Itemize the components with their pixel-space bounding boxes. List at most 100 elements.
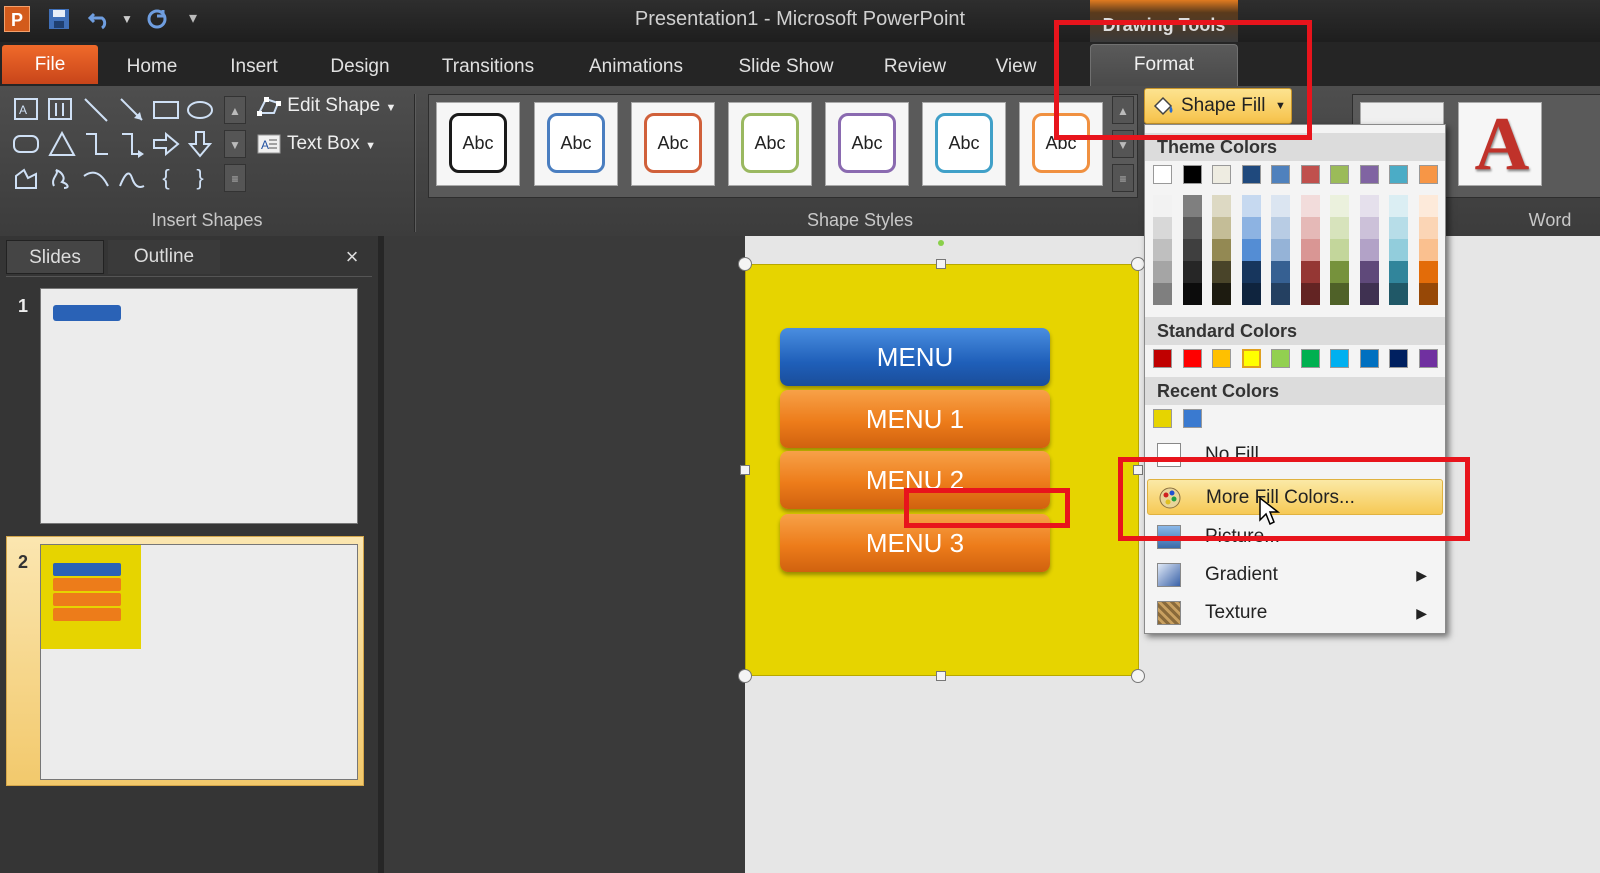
tab-file[interactable]: File xyxy=(2,45,98,84)
tab-design[interactable]: Design xyxy=(318,50,402,84)
theme-color-swatch[interactable] xyxy=(1212,165,1231,184)
shape-style-3[interactable]: Abc xyxy=(631,102,715,186)
theme-color-shade-swatch[interactable] xyxy=(1418,261,1438,283)
tab-slides[interactable]: Slides xyxy=(6,240,104,274)
theme-color-swatch[interactable] xyxy=(1182,165,1202,184)
standard-color-swatch[interactable] xyxy=(1300,349,1320,368)
tab-view[interactable]: View xyxy=(984,50,1048,84)
theme-color-shade-swatch[interactable] xyxy=(1300,261,1320,283)
theme-color-shade-swatch[interactable] xyxy=(1182,261,1202,283)
theme-color-shade-swatch[interactable] xyxy=(1182,239,1202,261)
rotation-handle[interactable] xyxy=(938,240,944,246)
resize-handle-bottom-left[interactable] xyxy=(738,669,752,683)
theme-color-shade-swatch[interactable] xyxy=(1359,283,1379,305)
theme-color-shade-swatch[interactable] xyxy=(1153,217,1172,239)
theme-color-shade-swatch[interactable] xyxy=(1153,239,1172,261)
resize-handle-top-right[interactable] xyxy=(1131,257,1145,271)
text-box-shape-icon[interactable]: A xyxy=(12,96,40,124)
theme-color-shade-swatch[interactable] xyxy=(1389,283,1408,305)
shapes-scroll-up-icon[interactable]: ▲ xyxy=(224,96,246,124)
theme-color-shade-swatch[interactable] xyxy=(1271,239,1290,261)
shape-style-7[interactable]: Abc xyxy=(1019,102,1103,186)
undo-dropdown-icon[interactable]: ▼ xyxy=(114,6,140,32)
resize-handle-top-left[interactable] xyxy=(738,257,752,271)
theme-color-shade-swatch[interactable] xyxy=(1212,261,1231,283)
shape-style-1[interactable]: Abc xyxy=(436,102,520,186)
recent-color-swatch[interactable] xyxy=(1153,409,1172,428)
tab-review[interactable]: Review xyxy=(872,50,958,84)
styles-scroll-down-icon[interactable]: ▼ xyxy=(1112,130,1134,158)
rounded-rectangle-shape-icon[interactable] xyxy=(12,130,40,158)
theme-color-shade-swatch[interactable] xyxy=(1330,283,1349,305)
tab-transitions[interactable]: Transitions xyxy=(430,50,546,84)
theme-color-shade-swatch[interactable] xyxy=(1212,195,1231,217)
menu-3-button[interactable]: MENU 3 xyxy=(780,514,1050,572)
theme-color-shade-swatch[interactable] xyxy=(1389,217,1408,239)
theme-color-shade-swatch[interactable] xyxy=(1212,217,1231,239)
theme-color-shade-swatch[interactable] xyxy=(1330,261,1349,283)
freeform-shape-icon[interactable] xyxy=(12,164,40,192)
resize-handle-left[interactable] xyxy=(740,465,750,475)
theme-color-shade-swatch[interactable] xyxy=(1241,239,1261,261)
styles-more-icon[interactable]: ≡ xyxy=(1112,164,1134,192)
theme-color-shade-swatch[interactable] xyxy=(1330,239,1349,261)
right-arrow-shape-icon[interactable] xyxy=(152,130,180,158)
no-fill-item[interactable]: No Fill xyxy=(1147,437,1443,473)
triangle-shape-icon[interactable] xyxy=(48,130,76,158)
standard-color-swatch[interactable] xyxy=(1330,349,1349,368)
theme-color-shade-swatch[interactable] xyxy=(1182,195,1202,217)
theme-color-shade-swatch[interactable] xyxy=(1212,283,1231,305)
tab-slide-show[interactable]: Slide Show xyxy=(728,50,844,84)
tab-format[interactable]: Format xyxy=(1090,44,1238,86)
theme-color-shade-swatch[interactable] xyxy=(1418,239,1438,261)
vertical-text-box-icon[interactable] xyxy=(46,96,74,124)
oval-shape-icon[interactable] xyxy=(186,96,214,124)
theme-color-shade-swatch[interactable] xyxy=(1300,239,1320,261)
picture-item[interactable]: Picture... xyxy=(1147,519,1443,555)
tab-home[interactable]: Home xyxy=(112,50,192,84)
theme-color-shade-swatch[interactable] xyxy=(1271,261,1290,283)
resize-handle-bottom[interactable] xyxy=(936,671,946,681)
standard-color-swatch[interactable] xyxy=(1241,349,1261,368)
theme-color-shade-swatch[interactable] xyxy=(1271,195,1290,217)
gradient-item[interactable]: Gradient ▶ xyxy=(1147,557,1443,593)
standard-color-swatch[interactable] xyxy=(1359,349,1379,368)
menu-2-button[interactable]: MENU 2 xyxy=(780,451,1050,509)
redo-icon[interactable] xyxy=(144,6,170,32)
theme-color-shade-swatch[interactable] xyxy=(1241,195,1261,217)
scribble-shape-icon[interactable] xyxy=(48,164,76,192)
resize-handle-top[interactable] xyxy=(936,259,946,269)
theme-color-shade-swatch[interactable] xyxy=(1300,283,1320,305)
wordart-style-2[interactable]: A xyxy=(1458,102,1542,186)
arrow-line-shape-icon[interactable] xyxy=(118,96,146,124)
theme-color-shade-swatch[interactable] xyxy=(1418,195,1438,217)
theme-color-shade-swatch[interactable] xyxy=(1359,239,1379,261)
shape-style-4[interactable]: Abc xyxy=(728,102,812,186)
tab-outline[interactable]: Outline xyxy=(108,240,220,274)
standard-color-swatch[interactable] xyxy=(1271,349,1290,368)
menu-1-button[interactable]: MENU 1 xyxy=(780,390,1050,448)
elbow-connector-icon[interactable] xyxy=(82,130,110,158)
tab-insert[interactable]: Insert xyxy=(214,50,294,84)
undo-icon[interactable] xyxy=(86,6,112,32)
recent-color-swatch[interactable] xyxy=(1182,409,1202,428)
resize-handle-bottom-right[interactable] xyxy=(1131,669,1145,683)
theme-color-shade-swatch[interactable] xyxy=(1182,283,1202,305)
line-shape-icon[interactable] xyxy=(82,96,110,124)
standard-color-swatch[interactable] xyxy=(1418,349,1438,368)
edit-shape-button[interactable]: Edit Shape ▼ xyxy=(256,90,396,122)
shapes-scroll-down-icon[interactable]: ▼ xyxy=(224,130,246,158)
theme-color-shade-swatch[interactable] xyxy=(1182,217,1202,239)
theme-color-shade-swatch[interactable] xyxy=(1271,217,1290,239)
more-fill-colors-item[interactable]: More Fill Colors... xyxy=(1147,479,1443,515)
texture-item[interactable]: Texture ▶ xyxy=(1147,595,1443,631)
arc-shape-icon[interactable] xyxy=(82,164,110,192)
theme-color-shade-swatch[interactable] xyxy=(1359,261,1379,283)
shape-style-5[interactable]: Abc xyxy=(825,102,909,186)
close-pane-icon[interactable]: × xyxy=(340,243,364,271)
slide-thumbnail-1[interactable] xyxy=(40,288,358,524)
theme-color-shade-swatch[interactable] xyxy=(1271,283,1290,305)
slide-thumbnail-2[interactable] xyxy=(40,544,358,780)
left-brace-shape-icon[interactable]: { xyxy=(152,164,180,192)
theme-color-shade-swatch[interactable] xyxy=(1153,261,1172,283)
